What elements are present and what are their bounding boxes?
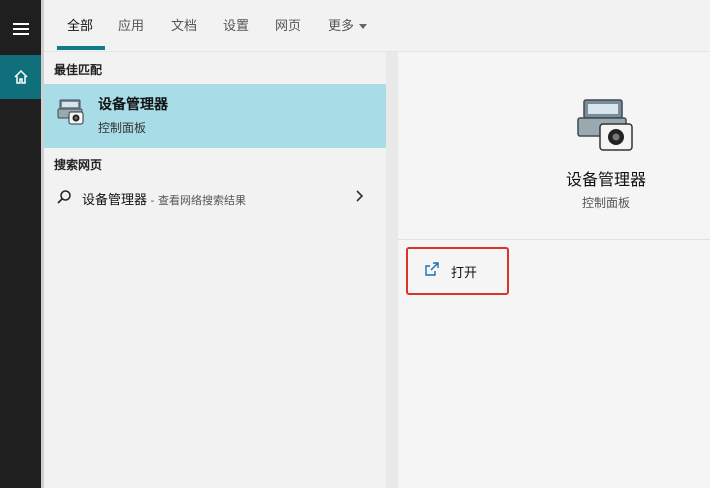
web-search-text: 设备管理器 - 查看网络搜索结果: [82, 189, 246, 208]
tab-web[interactable]: 网页: [275, 15, 301, 34]
hamburger-icon: [12, 22, 29, 35]
tab-documents[interactable]: 文档: [171, 15, 197, 34]
tab-all[interactable]: 全部: [67, 15, 93, 34]
best-match-subtitle: 控制面板: [98, 121, 147, 135]
best-match-item[interactable]: 设备管理器 控制面板: [44, 84, 386, 148]
web-search-hint: - 查看网络搜索结果: [147, 194, 246, 207]
pane-divider: [386, 52, 398, 488]
device-manager-icon: [57, 99, 84, 125]
search-tabs: 全部 应用 文档 设置 网页 更多: [44, 0, 710, 52]
chevron-down-icon: [359, 24, 368, 29]
search-web-header: 搜索网页: [54, 158, 103, 172]
best-match-header: 最佳匹配: [54, 63, 103, 77]
active-tab-indicator: [57, 46, 105, 50]
chevron-right-icon[interactable]: [354, 188, 366, 204]
tab-more-label: 更多: [328, 19, 355, 34]
best-match-title: 设备管理器: [98, 97, 168, 113]
left-rail: [0, 0, 41, 488]
tab-more[interactable]: 更多: [328, 15, 368, 34]
home-icon: [13, 69, 28, 84]
search-icon: [57, 190, 71, 204]
web-search-item[interactable]: 设备管理器 - 查看网络搜索结果: [44, 184, 386, 212]
web-search-query: 设备管理器: [82, 193, 148, 208]
results-list: 最佳匹配 设备管理器 控制面板 搜索网页 设备管理器 - 查看网络搜索结果: [44, 52, 386, 488]
open-button[interactable]: 打开: [406, 247, 509, 295]
open-external-icon: [425, 262, 439, 276]
preview-title: 设备管理器: [565, 170, 646, 189]
tab-apps[interactable]: 应用: [118, 15, 144, 34]
home-button[interactable]: [0, 55, 41, 99]
preview-pane: 设备管理器 控制面板 打开: [398, 52, 710, 488]
preview-subtitle: 控制面板: [581, 196, 630, 210]
device-manager-large-icon: [577, 99, 633, 151]
hamburger-menu-button[interactable]: [0, 6, 41, 51]
tab-settings[interactable]: 设置: [223, 15, 249, 34]
preview-header: 设备管理器 控制面板: [398, 52, 710, 240]
open-button-label: 打开: [451, 266, 478, 281]
